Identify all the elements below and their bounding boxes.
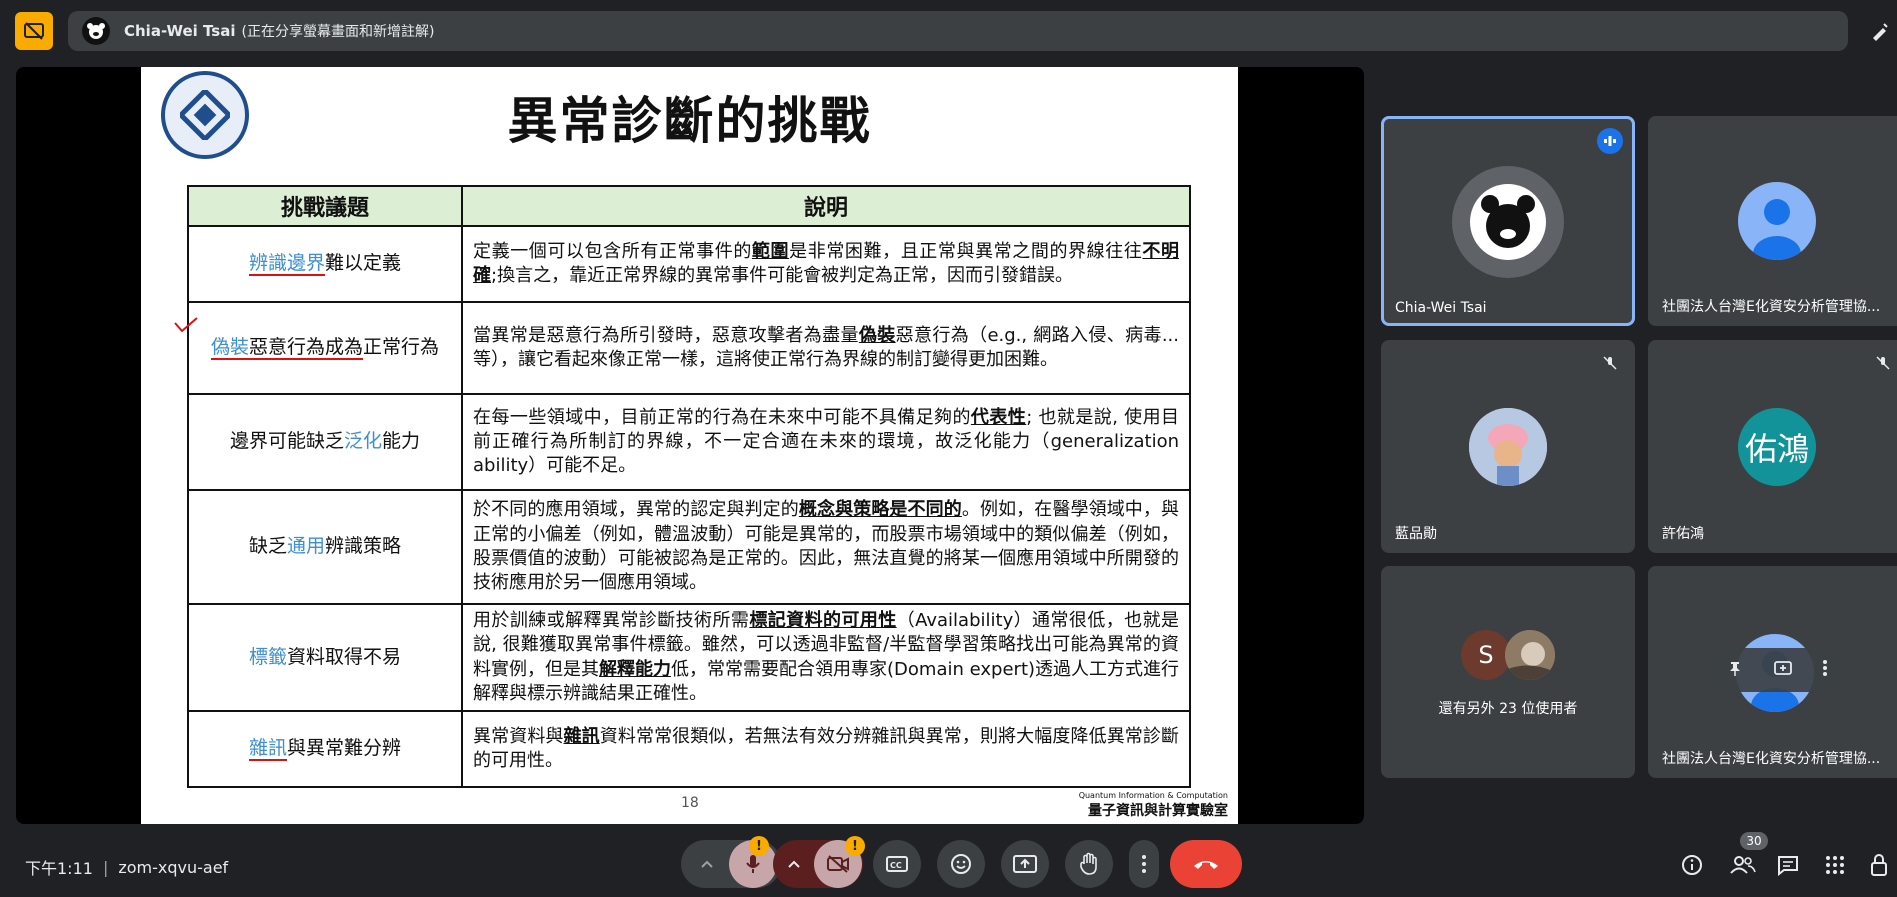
no-screen-share-icon[interactable]	[15, 12, 53, 50]
activities-grid-icon[interactable]	[1820, 850, 1850, 880]
presenter-status: (正在分享螢幕畫面和新增註解)	[241, 24, 435, 40]
participant-tile[interactable]: 社團法人台灣E化資安分析管理協...	[1648, 566, 1897, 778]
meeting-info: 下午1:11 | zom-xqvu-aef	[25, 855, 228, 879]
challenges-table: 挑戰議題 說明 辨識邊界難以定義 定義一個可以包含所有正常事件的範圍是非常困難，…	[187, 185, 1191, 789]
lab-name-en: Quantum Information & Computation	[1078, 791, 1228, 800]
slide-title: 異常診斷的挑戰	[507, 92, 872, 150]
table-row: 偽裝惡意行為成為正常行為 當異常是惡意行為所引發時，惡意攻擊者為盡量偽裝惡意行為…	[187, 301, 1191, 395]
others-count-label: 還有另外 23 位使用者	[1438, 701, 1578, 717]
topic-cell: 辨識邊界難以定義	[187, 225, 463, 303]
presenter-banner: Chia-Wei Tsai (正在分享螢幕畫面和新增註解)	[68, 11, 1848, 51]
more-options-icon[interactable]	[1822, 659, 1828, 681]
people-icon[interactable]	[1728, 850, 1758, 880]
participant-name: 社團法人台灣E化資安分析管理協...	[1662, 299, 1881, 315]
camera-warning-badge: !	[845, 836, 865, 856]
participant-avatar	[1469, 408, 1547, 486]
topic-cell: 偽裝惡意行為成為正常行為	[187, 301, 463, 395]
lab-signature: Quantum Information & Computation 量子資訊與計…	[1079, 791, 1228, 820]
desc-cell: 於不同的應用領域，異常的認定與判定的概念與策略是不同的。例如，在醫學領域中，與正…	[461, 489, 1191, 605]
participant-name: 藍品勛	[1395, 526, 1437, 542]
desc-cell: 用於訓練或解釋異常診斷技術所需標記資料的可用性（Availability）通常很…	[461, 602, 1191, 713]
annotate-pen-icon[interactable]	[1866, 16, 1894, 46]
topic-cell: 標籤資料取得不易	[187, 602, 463, 713]
speaking-indicator-icon	[1597, 128, 1623, 154]
add-to-screen-icon[interactable]	[1773, 659, 1793, 681]
slide: 異常診斷的挑戰 挑戰議題 說明 辨識邊界難以定義 定義一個可以包含所有正常事件的…	[141, 67, 1238, 824]
topic-cell: 邊界可能缺乏泛化能力	[187, 393, 463, 491]
desc-cell: 定義一個可以包含所有正常事件的範圍是非常困難，且正常與異常之間的界線往往不明確;…	[461, 225, 1191, 303]
more-options-button[interactable]	[1129, 840, 1159, 888]
svg-text:CC: CC	[890, 861, 902, 870]
desc-cell: 異常資料與雜訊資料常常很類似，若無法有效分辨雜訊與異常，則將大幅度降低異常診斷的…	[461, 710, 1191, 789]
mic-warning-badge: !	[749, 836, 769, 856]
people-count-badge: 30	[1740, 832, 1768, 850]
others-tile[interactable]: S 還有另外 23 位使用者	[1381, 566, 1635, 778]
mic-muted-icon	[1872, 352, 1894, 374]
participant-avatar	[1505, 630, 1555, 680]
tile-hover-controls	[1712, 648, 1842, 692]
leave-call-button[interactable]	[1170, 840, 1242, 888]
presentation-stage: 異常診斷的挑戰 挑戰議題 說明 辨識邊界難以定義 定義一個可以包含所有正常事件的…	[16, 67, 1364, 824]
audio-options-chevron-icon[interactable]	[685, 859, 729, 869]
annotation-checkmark	[174, 317, 198, 333]
default-avatar-icon	[1738, 182, 1816, 260]
captions-button[interactable]: CC	[873, 840, 921, 888]
participant-tile[interactable]: 藍品勛	[1381, 340, 1635, 553]
table-row: 缺乏通用辨識策略 於不同的應用領域，異常的認定與判定的概念與策略是不同的。例如，…	[187, 489, 1191, 605]
table-header-row: 挑戰議題 說明	[187, 185, 1191, 227]
topic-cell: 缺乏通用辨識策略	[187, 489, 463, 605]
topic-cell: 雜訊與異常難分辨	[187, 710, 463, 789]
participant-name: Chia-Wei Tsai	[1395, 300, 1487, 316]
presenter-name: Chia-Wei Tsai	[124, 22, 236, 40]
presenter-avatar	[82, 17, 110, 45]
participant-avatar	[1452, 166, 1564, 278]
column-header-topic: 挑戰議題	[187, 185, 463, 227]
desc-cell: 當異常是惡意行為所引發時，惡意攻擊者為盡量偽裝惡意行為（e.g., 網路入侵、病…	[461, 301, 1191, 395]
participant-name: 許佑鴻	[1662, 526, 1704, 542]
host-controls-lock-icon[interactable]	[1866, 850, 1894, 880]
meeting-code: zom-xqvu-aef	[118, 857, 229, 877]
video-options-chevron-icon[interactable]	[774, 859, 814, 869]
column-header-desc: 說明	[461, 185, 1191, 227]
desc-cell: 在每一些領域中，目前正常的行為在未來中可能不具備足夠的代表性; 也就是說, 使用…	[461, 393, 1191, 491]
participant-initial-avatar: S	[1461, 630, 1511, 680]
present-screen-button[interactable]	[1001, 840, 1049, 888]
divider: |	[102, 857, 109, 877]
chat-icon[interactable]	[1773, 850, 1803, 880]
participant-tile[interactable]: 社團法人台灣E化資安分析管理協...	[1648, 116, 1897, 326]
participant-name: 社團法人台灣E化資安分析管理協...	[1662, 751, 1881, 767]
participant-tile-presenter[interactable]: Chia-Wei Tsai	[1381, 116, 1635, 326]
table-row: 標籤資料取得不易 用於訓練或解釋異常診斷技術所需標記資料的可用性（Availab…	[187, 602, 1191, 713]
raise-hand-button[interactable]	[1065, 840, 1113, 888]
table-row: 雜訊與異常難分辨 異常資料與雜訊資料常常很類似，若無法有效分辨雜訊與異常，則將大…	[187, 710, 1191, 789]
slide-page-number: 18	[681, 795, 699, 811]
participant-tile[interactable]: 佑鴻 許佑鴻	[1648, 340, 1897, 553]
table-row: 邊界可能缺乏泛化能力 在每一些領域中，目前正常的行為在未來中可能不具備足夠的代表…	[187, 393, 1191, 491]
meeting-details-icon[interactable]	[1677, 850, 1707, 880]
table-row: 辨識邊界難以定義 定義一個可以包含所有正常事件的範圍是非常困難，且正常與異常之間…	[187, 225, 1191, 303]
mic-muted-icon	[1599, 352, 1621, 374]
pin-icon[interactable]	[1726, 659, 1744, 681]
clock-time: 下午1:11	[25, 859, 93, 878]
reactions-button[interactable]	[937, 840, 985, 888]
lab-name-zh: 量子資訊與計算實驗室	[1088, 803, 1228, 819]
participant-initials-avatar: 佑鴻	[1738, 408, 1816, 486]
